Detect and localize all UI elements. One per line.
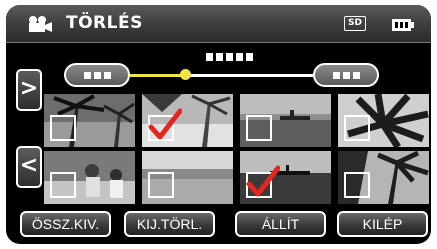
select-checkbox[interactable] [344, 172, 370, 198]
thumbnail[interactable] [44, 94, 135, 147]
thumbnail[interactable] [240, 94, 331, 147]
prev-group-button[interactable] [64, 63, 130, 87]
chevron-right-icon: > [19, 76, 39, 101]
header-bar: TÖRLÉS SD [6, 5, 431, 43]
sd-card-badge: SD [344, 16, 366, 31]
right-pill-icon [315, 72, 377, 79]
battery-icon [392, 16, 414, 35]
left-pill-icon [66, 72, 128, 79]
thumbnail[interactable] [142, 94, 233, 147]
select-checkbox[interactable] [246, 165, 280, 198]
scrubber-handle[interactable] [179, 69, 191, 80]
select-all-button[interactable]: ÖSSZ.KIV. [20, 211, 111, 237]
chevron-left-icon: < [19, 153, 39, 178]
select-checkbox[interactable] [148, 172, 174, 198]
thumbnail[interactable] [338, 151, 429, 204]
thumbnail[interactable] [142, 151, 233, 204]
page-title: TÖRLÉS [66, 13, 143, 33]
select-checkbox[interactable] [50, 115, 76, 141]
next-group-button[interactable] [313, 63, 379, 87]
date-placeholder-icon [206, 53, 253, 61]
next-page-button[interactable]: > [16, 69, 42, 111]
thumbnail[interactable] [338, 94, 429, 147]
select-checkbox[interactable] [344, 115, 370, 141]
thumbnail[interactable] [240, 151, 331, 204]
select-checkbox[interactable] [50, 172, 76, 198]
prev-page-button[interactable]: < [16, 146, 42, 188]
video-camera-icon [26, 16, 56, 36]
thumbnail[interactable] [44, 151, 135, 204]
select-checkbox[interactable] [246, 115, 272, 141]
set-button[interactable]: ÁLLÍT [235, 211, 326, 237]
exit-button[interactable]: KILÉP [337, 211, 428, 237]
clear-selection-button[interactable]: KIJ.TÖRL. [124, 211, 215, 237]
camera-screen: TÖRLÉS SD > < ÖSSZ.KIV. KIJ.TÖRL. ÁLLÍT … [6, 5, 431, 244]
select-checkbox[interactable] [148, 108, 182, 141]
scrubber-fill [130, 74, 186, 77]
